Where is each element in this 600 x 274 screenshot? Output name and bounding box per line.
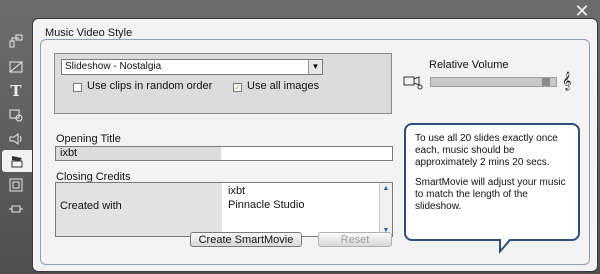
disc-tool-icon[interactable] [4, 174, 28, 196]
main-panel: Music Video Style Slideshow - Nostalgia … [32, 18, 598, 272]
credits-role[interactable]: Created with [60, 200, 122, 212]
opening-title-value: ixbt [60, 147, 78, 159]
chevron-down-icon[interactable]: ▼ [308, 60, 322, 74]
style-select-value: Slideshow - Nostalgia [65, 61, 162, 72]
smartmovie-tool-icon[interactable] [2, 150, 32, 172]
create-smartmovie-button[interactable]: Create SmartMovie [190, 232, 302, 247]
relative-volume-slider[interactable] [430, 77, 557, 87]
tip-bubble: To use all 20 slides exactly once each, … [404, 123, 580, 241]
smartmovie-window: ✕ T Music Video Style Slideshow - Nostal… [0, 0, 600, 274]
volume-slider-thumb[interactable] [542, 78, 550, 86]
tip-text-1: To use all 20 slides exactly once each, … [415, 133, 558, 168]
tool-sidebar: T [0, 24, 32, 274]
credits-scrollbar[interactable]: ▲ ▼ [379, 183, 392, 236]
style-settings-box: Slideshow - Nostalgia ▼ Use clips in ran… [54, 53, 392, 114]
all-images-checkbox[interactable]: ✓ [233, 83, 242, 92]
effects-tool-icon[interactable] [4, 104, 28, 126]
reset-button[interactable]: Reset [318, 232, 392, 247]
tip-text-2: SmartMovie will adjust your music to mat… [415, 177, 566, 212]
audio-tool-icon[interactable] [4, 128, 28, 150]
theme-tool-icon[interactable] [4, 30, 28, 52]
credits-name[interactable]: Pinnacle Studio [228, 199, 304, 211]
credits-name[interactable]: ixbt [228, 185, 245, 197]
scroll-up-icon[interactable]: ▲ [380, 183, 392, 194]
export-tool-icon[interactable] [4, 198, 28, 220]
all-images-label: Use all images [247, 80, 320, 92]
relative-volume-label: Relative Volume [429, 59, 509, 71]
transitions-tool-icon[interactable] [4, 56, 28, 78]
titles-tool-icon[interactable]: T [4, 80, 28, 102]
random-order-checkbox[interactable] [73, 83, 82, 92]
random-order-label: Use clips in random order [87, 80, 213, 92]
closing-credits-list[interactable]: Created with ixbt Pinnacle Studio ▲ ▼ [55, 182, 393, 237]
section-title: Music Video Style [45, 27, 133, 39]
opening-title-field[interactable]: ixbt [55, 146, 393, 161]
opening-title-label: Opening Title [56, 133, 121, 145]
style-select[interactable]: Slideshow - Nostalgia ▼ [61, 59, 323, 75]
music-note-icon: 𝄞 [562, 71, 572, 90]
video-audio-icon [403, 74, 425, 93]
